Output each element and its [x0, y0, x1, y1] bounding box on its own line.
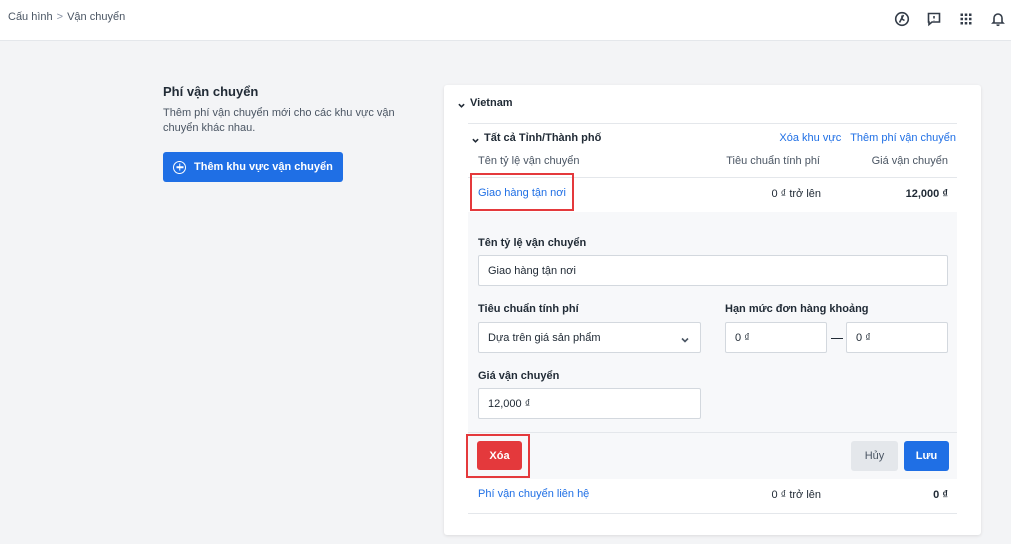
shipping-intro: Phí vận chuyển Thêm phí vận chuyển mới c… — [163, 84, 423, 182]
top-bar: Cấu hình > Vận chuyển — [0, 0, 1011, 41]
highlight-box — [470, 173, 574, 211]
cancel-button[interactable]: Hủy — [851, 441, 898, 471]
history-icon[interactable] — [893, 10, 911, 28]
plus-circle-icon — [173, 160, 186, 174]
table-row: Phí vận chuyển liên hệ 0 ₫ trở lên 0 ₫ — [468, 479, 957, 513]
rate-edit-form: Tên tỷ lệ vận chuyển Giao hàng tận nơi T… — [466, 212, 957, 479]
breadcrumb: Cấu hình > Vận chuyển — [8, 11, 125, 23]
country-name: Vietnam — [470, 97, 513, 109]
rates-table-header: Tên tỷ lệ vận chuyển Tiêu chuẩn tính phí… — [478, 155, 948, 175]
region-actions: Xóa khu vực Thêm phí vận chuyển — [779, 132, 956, 144]
highlight-box — [466, 434, 530, 478]
range-max-input[interactable]: 0 ₫ — [846, 322, 948, 353]
rate-condition: 0 ₫ trở lên — [771, 188, 821, 200]
add-shipping-area-label: Thêm khu vực vận chuyển — [194, 161, 333, 173]
range-dash — [831, 338, 843, 339]
order-range-label: Hạn mức đơn hàng khoảng — [725, 303, 869, 315]
delete-zone-link[interactable]: Xóa khu vực — [779, 132, 841, 144]
shipping-price-value: 12,000 ₫ — [488, 397, 531, 410]
shipping-zone-card: Vietnam Tất cả Tỉnh/Thành phố Xóa khu vự… — [444, 85, 981, 535]
range-min-input[interactable]: 0 ₫ — [725, 322, 827, 353]
chevron-down-icon — [458, 100, 465, 108]
breadcrumb-current: Vận chuyển — [67, 11, 126, 23]
breadcrumb-root[interactable]: Cấu hình — [8, 11, 53, 23]
add-shipping-area-button[interactable]: Thêm khu vực vận chuyển — [163, 152, 343, 182]
rate-name-input[interactable]: Giao hàng tận nơi — [478, 255, 948, 286]
country-toggle[interactable]: Vietnam — [458, 97, 513, 109]
range-max-value: 0 ₫ — [856, 331, 871, 344]
rate-name-label: Tên tỷ lệ vận chuyển — [478, 237, 587, 249]
bell-icon[interactable] — [989, 10, 1007, 28]
rate-price: 12,000 ₫ — [905, 188, 948, 200]
divider — [468, 513, 957, 514]
apps-grid-icon[interactable] — [957, 10, 975, 28]
column-header-condition: Tiêu chuẩn tính phí — [726, 155, 820, 167]
section-title: Phí vận chuyển — [163, 84, 259, 99]
section-description: Thêm phí vận chuyển mới cho các khu vực … — [163, 107, 395, 134]
criteria-value: Dựa trên giá sản phẩm — [488, 331, 601, 344]
divider — [468, 123, 957, 124]
criteria-label: Tiêu chuẩn tính phí — [478, 303, 579, 315]
add-rate-link[interactable]: Thêm phí vận chuyển — [850, 132, 956, 144]
feedback-icon[interactable] — [925, 10, 943, 28]
rate-condition: 0 ₫ trở lên — [771, 489, 821, 501]
breadcrumb-separator: > — [56, 11, 64, 23]
rate-name-link[interactable]: Phí vận chuyển liên hệ — [478, 488, 589, 500]
region-name: Tất cả Tỉnh/Thành phố — [484, 132, 602, 144]
column-header-name: Tên tỷ lệ vận chuyển — [478, 155, 580, 167]
chevron-down-icon — [681, 335, 689, 343]
range-min-value: 0 ₫ — [735, 331, 750, 344]
region-toggle[interactable]: Tất cả Tỉnh/Thành phố — [472, 132, 601, 144]
criteria-select[interactable]: Dựa trên giá sản phẩm — [478, 322, 701, 353]
rate-name-value: Giao hàng tận nơi — [488, 264, 576, 277]
divider — [468, 432, 957, 433]
shipping-price-input[interactable]: 12,000 ₫ — [478, 388, 701, 419]
column-header-price: Giá vận chuyển — [871, 155, 948, 167]
shipping-price-label: Giá vận chuyển — [478, 370, 560, 382]
save-button[interactable]: Lưu — [904, 441, 949, 471]
rate-price: 0 ₫ — [933, 489, 948, 501]
chevron-down-icon — [472, 135, 479, 143]
